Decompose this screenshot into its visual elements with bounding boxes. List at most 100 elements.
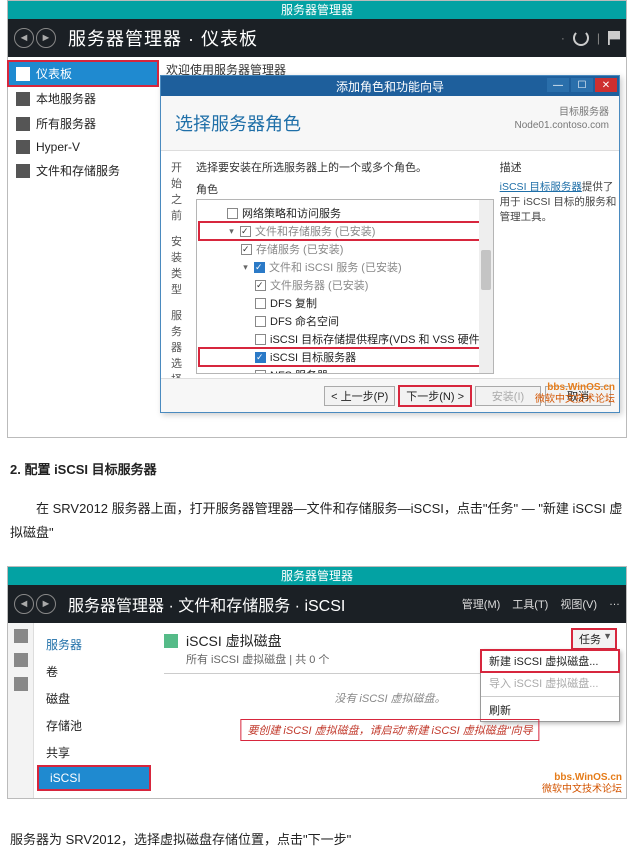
scrollbar[interactable] [479,200,493,373]
wizard-step[interactable]: 服务器选择 [171,307,186,378]
role-tree-row[interactable]: iSCSI 目标存储提供程序(VDS 和 VSS 硬件… [199,330,491,348]
tree-toggle-icon[interactable]: ▾ [227,227,236,236]
cancel-button[interactable]: 取消 [545,386,611,406]
role-label: iSCSI 目标存储提供程序(VDS 和 VSS 硬件… [270,331,491,347]
pipe: · [561,31,565,45]
pipe2: | [597,31,600,45]
sidebar2-item[interactable]: 共享 [34,739,154,766]
sidebar-item[interactable]: 本地服务器 [8,86,158,111]
checkbox[interactable] [255,334,266,345]
nav-icon[interactable] [14,677,28,691]
context-menu-item[interactable]: 新建 iSCSI 虚拟磁盘... [481,650,619,672]
back-icon[interactable]: ◄ [14,28,34,48]
description-link: iSCSI 目标服务器 [500,181,582,193]
sidebar-2: 服务器卷磁盘存储池共享iSCSI [34,623,154,798]
role-label: 存储服务 (已安装) [256,241,343,257]
tasks-button[interactable]: 任务 [572,629,616,649]
checkbox[interactable] [255,370,266,375]
role-tree-row[interactable]: 文件服务器 (已安装) [199,276,491,294]
forward-icon-2[interactable]: ► [36,594,56,614]
sidebar2-item[interactable]: 磁盘 [34,685,154,712]
watermark-2: bbs.WinOS.cn 微软中文技术论坛 [542,772,622,796]
nav-icon[interactable] [14,653,28,667]
checkbox[interactable] [240,226,251,237]
nav-icon[interactable] [14,629,28,643]
context-menu-separator [481,696,619,697]
sidebar-item[interactable]: 仪表板 [8,61,158,86]
roles-column-header: 角色 [196,181,494,199]
role-tree-row[interactable]: ▾文件和 iSCSI 服务 (已安装) [199,258,491,276]
sidebar-item[interactable]: Hyper-V [8,136,158,158]
header-2: ◄ ► 服务器管理器 · 文件和存储服务 · iSCSI 管理(M) 工具(T) 视… [8,585,626,623]
app-title-2: 服务器管理器 [281,569,353,583]
wizard-heading: 选择服务器角色 [175,110,301,136]
sidebar-item-label: Hyper-V [36,140,80,154]
scrollbar-thumb[interactable] [481,250,491,290]
main-area-2: 服务器卷磁盘存储池共享iSCSI iSCSI 虚拟磁盘 所有 iSCSI 虚拟磁… [8,623,626,798]
notifications-icon[interactable] [608,31,620,45]
role-tree-row[interactable]: 网络策略和访问服务 [199,204,491,222]
role-tree-row[interactable]: DFS 复制 [199,294,491,312]
watermark2-line1: bbs.WinOS.cn [542,772,622,784]
sidebar2-item[interactable]: 卷 [34,658,154,685]
wizard-steps: 开始之前安装类型服务器选择服务器角色功能确认结果 [161,151,190,378]
role-tree-row[interactable]: DFS 命名空间 [199,312,491,330]
sidebar2-item[interactable]: 存储池 [34,712,154,739]
sidebar2-item[interactable]: 服务器 [34,631,154,658]
wizard-header: 选择服务器角色 目标服务器 Node01.contoso.com [161,96,619,151]
wizard-footer: < 上一步(P) 下一步(N) > 安装(I) 取消 [161,378,619,412]
sidebar-item-icon [16,164,30,178]
next-button[interactable]: 下一步(N) > [399,386,471,406]
context-menu-item: 导入 iSCSI 虚拟磁盘... [481,672,619,694]
checkbox[interactable] [241,244,252,255]
minimize-icon[interactable]: — [547,78,569,92]
content-area: 欢迎使用服务器管理器 添加角色和功能向导 — ☐ ✕ 选择服务器角色 目标服务器… [158,57,626,437]
back-icon-2[interactable]: ◄ [14,594,34,614]
close-icon[interactable]: ✕ [595,78,617,92]
checkbox[interactable] [255,316,266,327]
install-button: 安装(I) [475,386,541,406]
checkbox[interactable] [255,352,266,363]
breadcrumb-2: 服务器管理器 · 文件和存储服务 · iSCSI [68,592,345,616]
roles-tree[interactable]: 网络策略和访问服务▾文件和存储服务 (已安装)存储服务 (已安装)▾文件和 iS… [196,199,494,374]
sidebar-item[interactable]: 所有服务器 [8,111,158,136]
description-pane: 描述 iSCSI 目标服务器提供了用于 iSCSI 目标的服务和管理工具。 [500,159,618,374]
forward-icon[interactable]: ► [36,28,56,48]
context-menu-item[interactable]: 刷新 [481,699,619,721]
checkbox[interactable] [254,262,265,273]
wizard-instruction: 选择要安装在所选服务器上的一个或多个角色。 [196,159,494,175]
sidebar-item[interactable]: 文件和存储服务 [8,158,158,183]
sidebar2-item[interactable]: iSCSI [38,766,150,790]
dest-label: 目标服务器 [514,106,609,119]
app-title: 服务器管理器 [281,3,353,17]
role-tree-row[interactable]: ▾文件和存储服务 (已安装) [199,222,491,240]
checkbox[interactable] [255,298,266,309]
screenshot-iscsi-panel: 服务器管理器 ◄ ► 服务器管理器 · 文件和存储服务 · iSCSI 管理(M… [7,566,627,799]
maximize-icon[interactable]: ☐ [571,78,593,92]
document-section: 2. 配置 iSCSI 目标服务器 在 SRV2012 服务器上面，打开服务器管… [0,438,634,566]
menu-item[interactable]: 视图(V) [560,596,597,612]
sidebar-item-icon [16,140,30,154]
sidebar: 仪表板本地服务器所有服务器 Hyper-V 文件和存储服务 [8,57,158,437]
refresh-icon[interactable] [573,30,589,46]
role-label: NFS 服务器 [270,367,328,374]
wizard-titlebar: 添加角色和功能向导 — ☐ ✕ [161,76,619,96]
role-tree-row[interactable]: 存储服务 (已安装) [199,240,491,258]
add-roles-wizard: 添加角色和功能向导 — ☐ ✕ 选择服务器角色 目标服务器 Node01.con… [160,75,620,413]
role-tree-row[interactable]: iSCSI 目标服务器 [199,348,491,366]
checkbox[interactable] [255,280,266,291]
wizard-step[interactable]: 安装类型 [171,233,186,297]
prev-button[interactable]: < 上一步(P) [324,386,395,406]
wizard-step[interactable]: 开始之前 [171,159,186,223]
menu-item[interactable]: 工具(T) [512,596,548,612]
roles-pane: 选择要安装在所选服务器上的一个或多个角色。 角色 网络策略和访问服务▾文件和存储… [196,159,494,374]
menu-item[interactable]: 管理(M) [462,596,501,612]
checkbox[interactable] [227,208,238,219]
menu-item[interactable]: … [609,596,620,612]
role-tree-row[interactable]: NFS 服务器 [199,366,491,374]
role-label: DFS 命名空间 [270,313,339,329]
sidebar-item-icon [16,92,30,106]
role-label: 文件服务器 (已安装) [270,277,368,293]
tail-text: 服务器为 SRV2012，选择虚拟磁盘存储位置，点击"下一步" [10,832,351,847]
tree-toggle-icon[interactable]: ▾ [241,263,250,272]
